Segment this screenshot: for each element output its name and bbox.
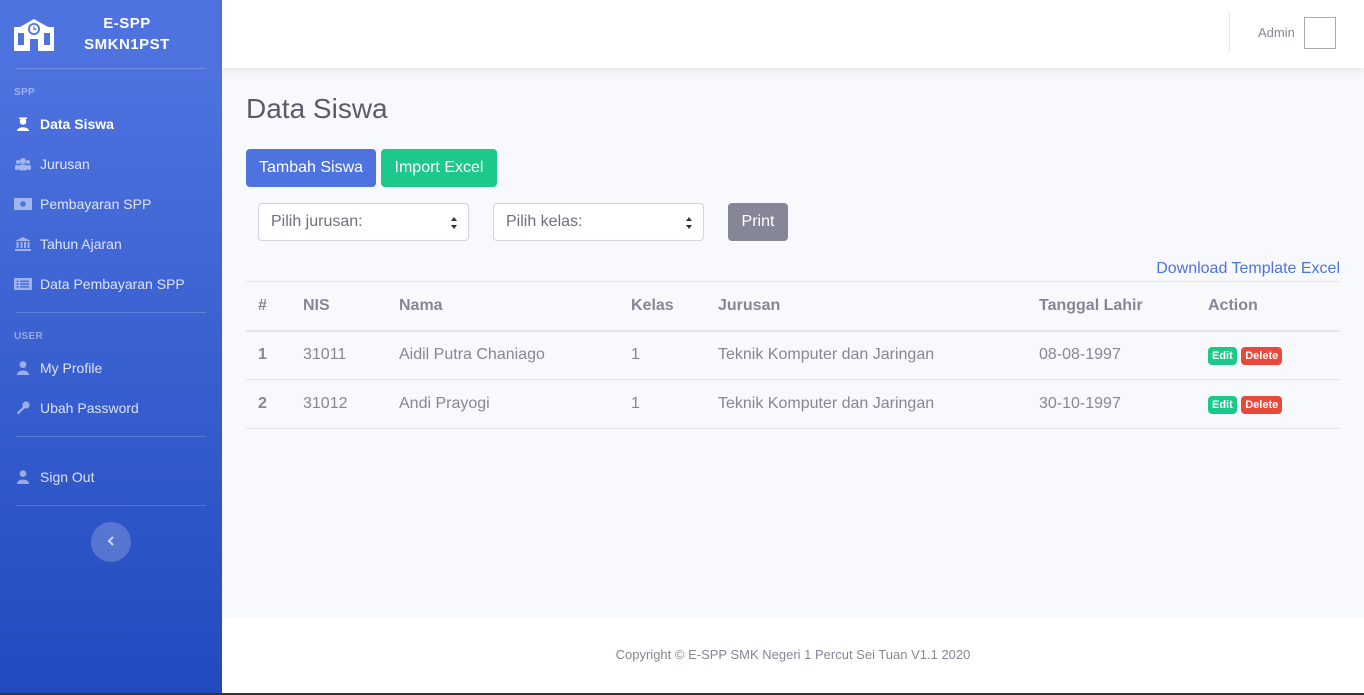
user-name[interactable]: Admin bbox=[1258, 25, 1295, 40]
user-graduate-icon bbox=[14, 117, 32, 131]
column-header: Tanggal Lahir bbox=[1027, 281, 1196, 332]
select-caret-icon bbox=[685, 216, 693, 230]
jurusan-select-value: Pilih jurusan: bbox=[271, 213, 363, 230]
copyright-text: Copyright © E-SPP SMK Negeri 1 Percut Se… bbox=[615, 647, 971, 662]
sidebar-item-ubah-password[interactable]: Ubah Password bbox=[0, 388, 222, 428]
brand-line1: E-SPP bbox=[103, 15, 151, 32]
topbar-divider bbox=[1229, 12, 1230, 52]
sidebar-heading-spp: SPP bbox=[14, 87, 35, 98]
cell-action: Edit Delete bbox=[1196, 330, 1340, 380]
cell-number: 2 bbox=[246, 379, 291, 429]
list-alt-icon bbox=[14, 277, 32, 291]
key-icon bbox=[14, 401, 32, 415]
sidebar-item-sign-out[interactable]: Sign Out bbox=[0, 457, 222, 497]
sidebar-item-label: Data Pembayaran SPP bbox=[40, 276, 185, 292]
sidebar-item-label: Ubah Password bbox=[40, 400, 139, 416]
sidebar-item-label: Jurusan bbox=[40, 156, 90, 172]
add-student-button[interactable]: Tambah Siswa bbox=[246, 149, 376, 187]
sidebar-divider bbox=[16, 436, 206, 437]
cell-number: 1 bbox=[246, 330, 291, 380]
sidebar-item-data-siswa[interactable]: Data Siswa bbox=[0, 104, 222, 144]
sidebar-item-pembayaran-spp[interactable]: Pembayaran SPP bbox=[0, 184, 222, 224]
cell-tanggal-lahir: 30-10-1997 bbox=[1027, 379, 1196, 429]
select-caret-icon bbox=[450, 216, 458, 230]
cell-nama: Aidil Putra Chaniago bbox=[387, 330, 619, 380]
sidebar-toggle-wrap bbox=[0, 522, 222, 562]
column-header: NIS bbox=[291, 281, 387, 332]
school-icon bbox=[14, 17, 54, 51]
university-icon bbox=[14, 237, 32, 251]
page-title: Data Siswa bbox=[246, 93, 388, 124]
sidebar-item-data-pembayaran-spp[interactable]: Data Pembayaran SPP bbox=[0, 264, 222, 304]
table-row: 2 31012 Andi Prayogi 1 Teknik Komputer d… bbox=[246, 379, 1340, 429]
sidebar-heading-user: USER bbox=[14, 331, 43, 342]
delete-button[interactable]: Delete bbox=[1241, 346, 1283, 365]
sidebar-item-jurusan[interactable]: Jurusan bbox=[0, 144, 222, 184]
cell-kelas: 1 bbox=[619, 330, 706, 380]
sidebar-item-tahun-ajaran[interactable]: Tahun Ajaran bbox=[0, 224, 222, 264]
column-header: Nama bbox=[387, 281, 619, 332]
kelas-select[interactable]: Pilih kelas: bbox=[493, 203, 704, 241]
money-bill-icon bbox=[14, 197, 32, 211]
chevron-left-icon bbox=[107, 533, 115, 551]
main-content: Data Siswa Tambah Siswa Import Excel Pil… bbox=[246, 68, 1340, 429]
cell-nama: Andi Prayogi bbox=[387, 379, 619, 429]
download-template-link[interactable]: Download Template Excel bbox=[1156, 260, 1340, 278]
sidebar: E-SPP SMKN1PST SPP Data Siswa Jurusan Pe… bbox=[0, 0, 222, 695]
column-header: # bbox=[246, 281, 291, 332]
footer: Copyright © E-SPP SMK Negeri 1 Percut Se… bbox=[222, 617, 1364, 693]
user-icon bbox=[14, 470, 32, 484]
cell-nis: 31011 bbox=[291, 330, 387, 380]
sidebar-item-label: Sign Out bbox=[40, 469, 95, 485]
sidebar-item-my-profile[interactable]: My Profile bbox=[0, 348, 222, 388]
edit-button[interactable]: Edit bbox=[1208, 346, 1237, 365]
cell-nis: 31012 bbox=[291, 379, 387, 429]
avatar[interactable] bbox=[1304, 17, 1336, 49]
students-table: # NIS Nama Kelas Jurusan Tanggal Lahir A… bbox=[246, 281, 1340, 429]
column-header: Kelas bbox=[619, 281, 706, 332]
cell-tanggal-lahir: 08-08-1997 bbox=[1027, 330, 1196, 380]
sidebar-item-label: Data Siswa bbox=[40, 116, 114, 132]
column-header: Action bbox=[1196, 281, 1340, 332]
delete-button[interactable]: Delete bbox=[1241, 395, 1283, 414]
column-header: Jurusan bbox=[706, 281, 1027, 332]
jurusan-select[interactable]: Pilih jurusan: bbox=[258, 203, 469, 241]
brand[interactable]: E-SPP SMKN1PST bbox=[0, 0, 222, 68]
cell-jurusan: Teknik Komputer dan Jaringan bbox=[706, 379, 1027, 429]
sidebar-toggle-button[interactable] bbox=[91, 522, 131, 562]
cell-action: Edit Delete bbox=[1196, 379, 1340, 429]
cell-jurusan: Teknik Komputer dan Jaringan bbox=[706, 330, 1027, 380]
sidebar-item-label: My Profile bbox=[40, 360, 103, 376]
table-header-row: # NIS Nama Kelas Jurusan Tanggal Lahir A… bbox=[246, 281, 1340, 332]
print-button[interactable]: Print bbox=[728, 203, 788, 241]
table-row: 1 31011 Aidil Putra Chaniago 1 Teknik Ko… bbox=[246, 330, 1340, 380]
kelas-select-value: Pilih kelas: bbox=[506, 213, 583, 230]
user-icon bbox=[14, 361, 32, 375]
import-excel-button[interactable]: Import Excel bbox=[381, 149, 497, 187]
brand-text: E-SPP SMKN1PST bbox=[72, 13, 182, 55]
sidebar-divider bbox=[16, 505, 206, 506]
cell-kelas: 1 bbox=[619, 379, 706, 429]
topbar: Admin bbox=[222, 0, 1364, 68]
users-icon bbox=[14, 157, 32, 171]
sidebar-item-label: Tahun Ajaran bbox=[40, 236, 122, 252]
sidebar-item-label: Pembayaran SPP bbox=[40, 196, 152, 212]
brand-line2: SMKN1PST bbox=[84, 36, 170, 53]
edit-button[interactable]: Edit bbox=[1208, 395, 1237, 414]
